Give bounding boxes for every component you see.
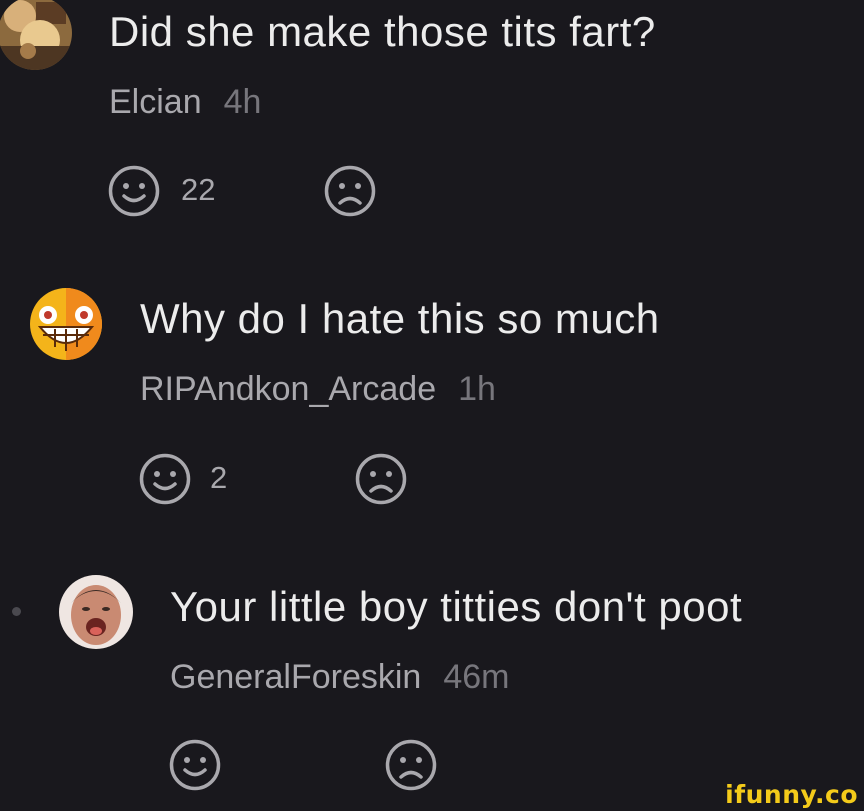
frown-button[interactable] — [354, 452, 408, 506]
frown-icon — [385, 739, 437, 791]
smile-button[interactable] — [168, 738, 222, 792]
comment-time: 46m — [443, 658, 510, 696]
frown-icon — [324, 165, 376, 217]
comment-username[interactable]: RIPAndkon_Arcade — [140, 370, 436, 408]
avatar-photo — [0, 0, 72, 70]
reaction-bar — [168, 738, 448, 794]
user-avatar[interactable] — [59, 575, 133, 649]
ifunny-watermark: ifunny.co — [725, 780, 858, 809]
grinning-emoji-avatar — [30, 288, 102, 360]
comment-username[interactable]: GeneralForeskin — [170, 658, 421, 696]
smile-count: 2 — [210, 460, 228, 495]
comment-meta: Elcian 4h — [109, 83, 261, 122]
reaction-bar: 2 — [138, 452, 418, 508]
smile-icon — [139, 453, 191, 505]
frown-button[interactable] — [384, 738, 438, 792]
smile-button[interactable] — [107, 164, 161, 218]
frown-icon — [355, 453, 407, 505]
comments-page: Did she make those tits fart? Elcian 4h 2… — [0, 0, 864, 811]
smile-icon — [108, 165, 160, 217]
smile-icon — [169, 739, 221, 791]
user-avatar[interactable] — [29, 287, 103, 361]
comment-meta: RIPAndkon_Arcade 1h — [140, 370, 496, 409]
comment-meta: GeneralForeskin 46m — [170, 658, 509, 697]
thread-indicator-dot — [12, 607, 21, 616]
user-avatar[interactable] — [0, 0, 72, 70]
frown-button[interactable] — [323, 164, 377, 218]
comment-time: 1h — [458, 370, 496, 408]
avatar-photo — [59, 575, 133, 649]
smile-button[interactable] — [138, 452, 192, 506]
comment-text: Did she make those tits fart? — [109, 8, 656, 55]
comment-text: Why do I hate this so much — [140, 295, 660, 342]
reaction-bar: 22 — [107, 164, 387, 220]
comment-time: 4h — [223, 83, 262, 121]
smile-count: 22 — [181, 172, 216, 207]
comment-username[interactable]: Elcian — [109, 83, 202, 121]
comment-text: Your little boy titties don't poot — [170, 583, 743, 630]
